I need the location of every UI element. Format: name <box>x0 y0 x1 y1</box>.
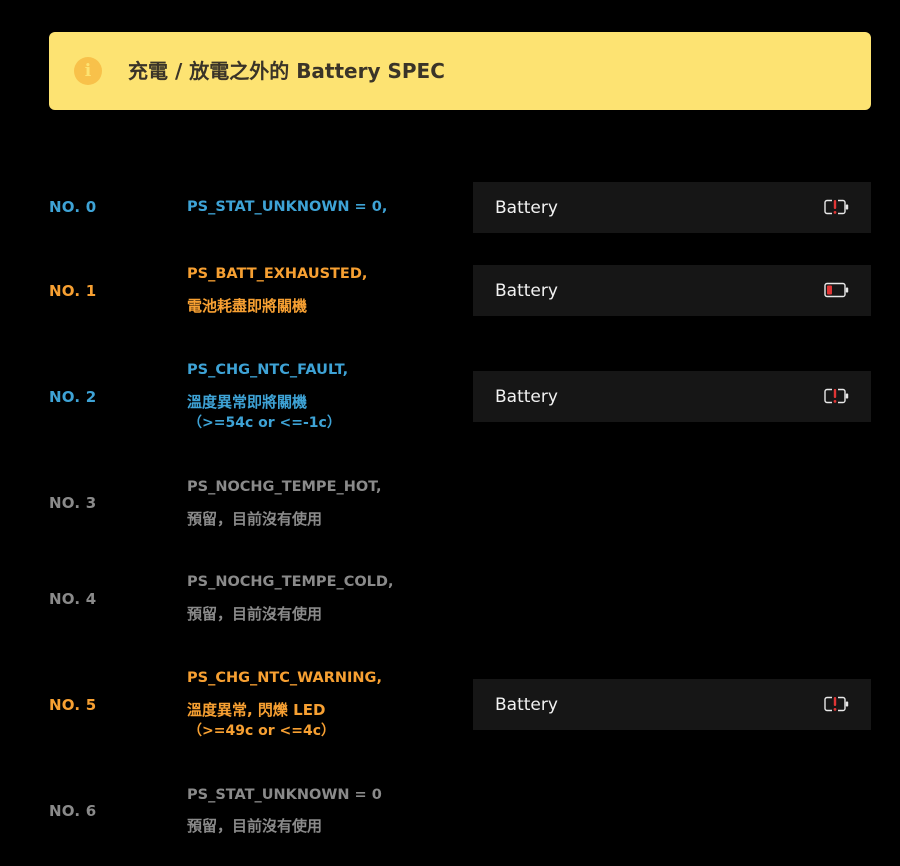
row-number: NO. 3 <box>49 494 97 512</box>
battery-card: Battery <box>473 265 871 316</box>
status-description: 預留，目前沒有使用 <box>187 510 323 528</box>
status-code: PS_NOCHG_TEMPE_COLD, <box>187 574 394 590</box>
info-icon: i <box>74 57 102 85</box>
status-description: 預留，目前沒有使用 <box>187 817 323 835</box>
battery-label: Battery <box>495 281 558 301</box>
status-code: PS_NOCHG_TEMPE_HOT, <box>187 479 382 495</box>
battery-alert-icon <box>824 696 849 712</box>
row-number: NO. 2 <box>49 388 97 406</box>
status-threshold: （>=54c or <=-1c） <box>188 415 341 431</box>
battery-card: Battery <box>473 371 871 422</box>
row-number: NO. 5 <box>49 696 97 714</box>
row-number: NO. 4 <box>49 590 97 608</box>
battery-label: Battery <box>495 695 558 715</box>
banner-title: 充電 / 放電之外的 Battery SPEC <box>128 59 445 83</box>
status-code: PS_STAT_UNKNOWN = 0, <box>187 199 388 215</box>
row-number: NO. 1 <box>49 282 97 300</box>
battery-card: Battery <box>473 679 871 730</box>
status-description: 溫度異常即將關機 <box>187 393 308 411</box>
battery-card: Battery <box>473 182 871 233</box>
row-number: NO. 0 <box>49 198 97 216</box>
battery-alert-icon <box>824 388 849 404</box>
row-number: NO. 6 <box>49 802 97 820</box>
status-description: 預留，目前沒有使用 <box>187 605 323 623</box>
battery-low-icon <box>824 282 849 298</box>
status-threshold: （>=49c or <=4c） <box>188 723 336 739</box>
status-code: PS_BATT_EXHAUSTED, <box>187 266 368 282</box>
status-description: 溫度異常, 閃爍 LED <box>187 701 326 719</box>
status-code: PS_CHG_NTC_WARNING, <box>187 670 382 686</box>
battery-label: Battery <box>495 387 558 407</box>
status-code: PS_STAT_UNKNOWN = 0 <box>187 787 382 803</box>
battery-alert-icon <box>824 199 849 215</box>
battery-label: Battery <box>495 198 558 218</box>
status-description: 電池耗盡即將關機 <box>187 297 308 315</box>
status-code: PS_CHG_NTC_FAULT, <box>187 362 349 378</box>
